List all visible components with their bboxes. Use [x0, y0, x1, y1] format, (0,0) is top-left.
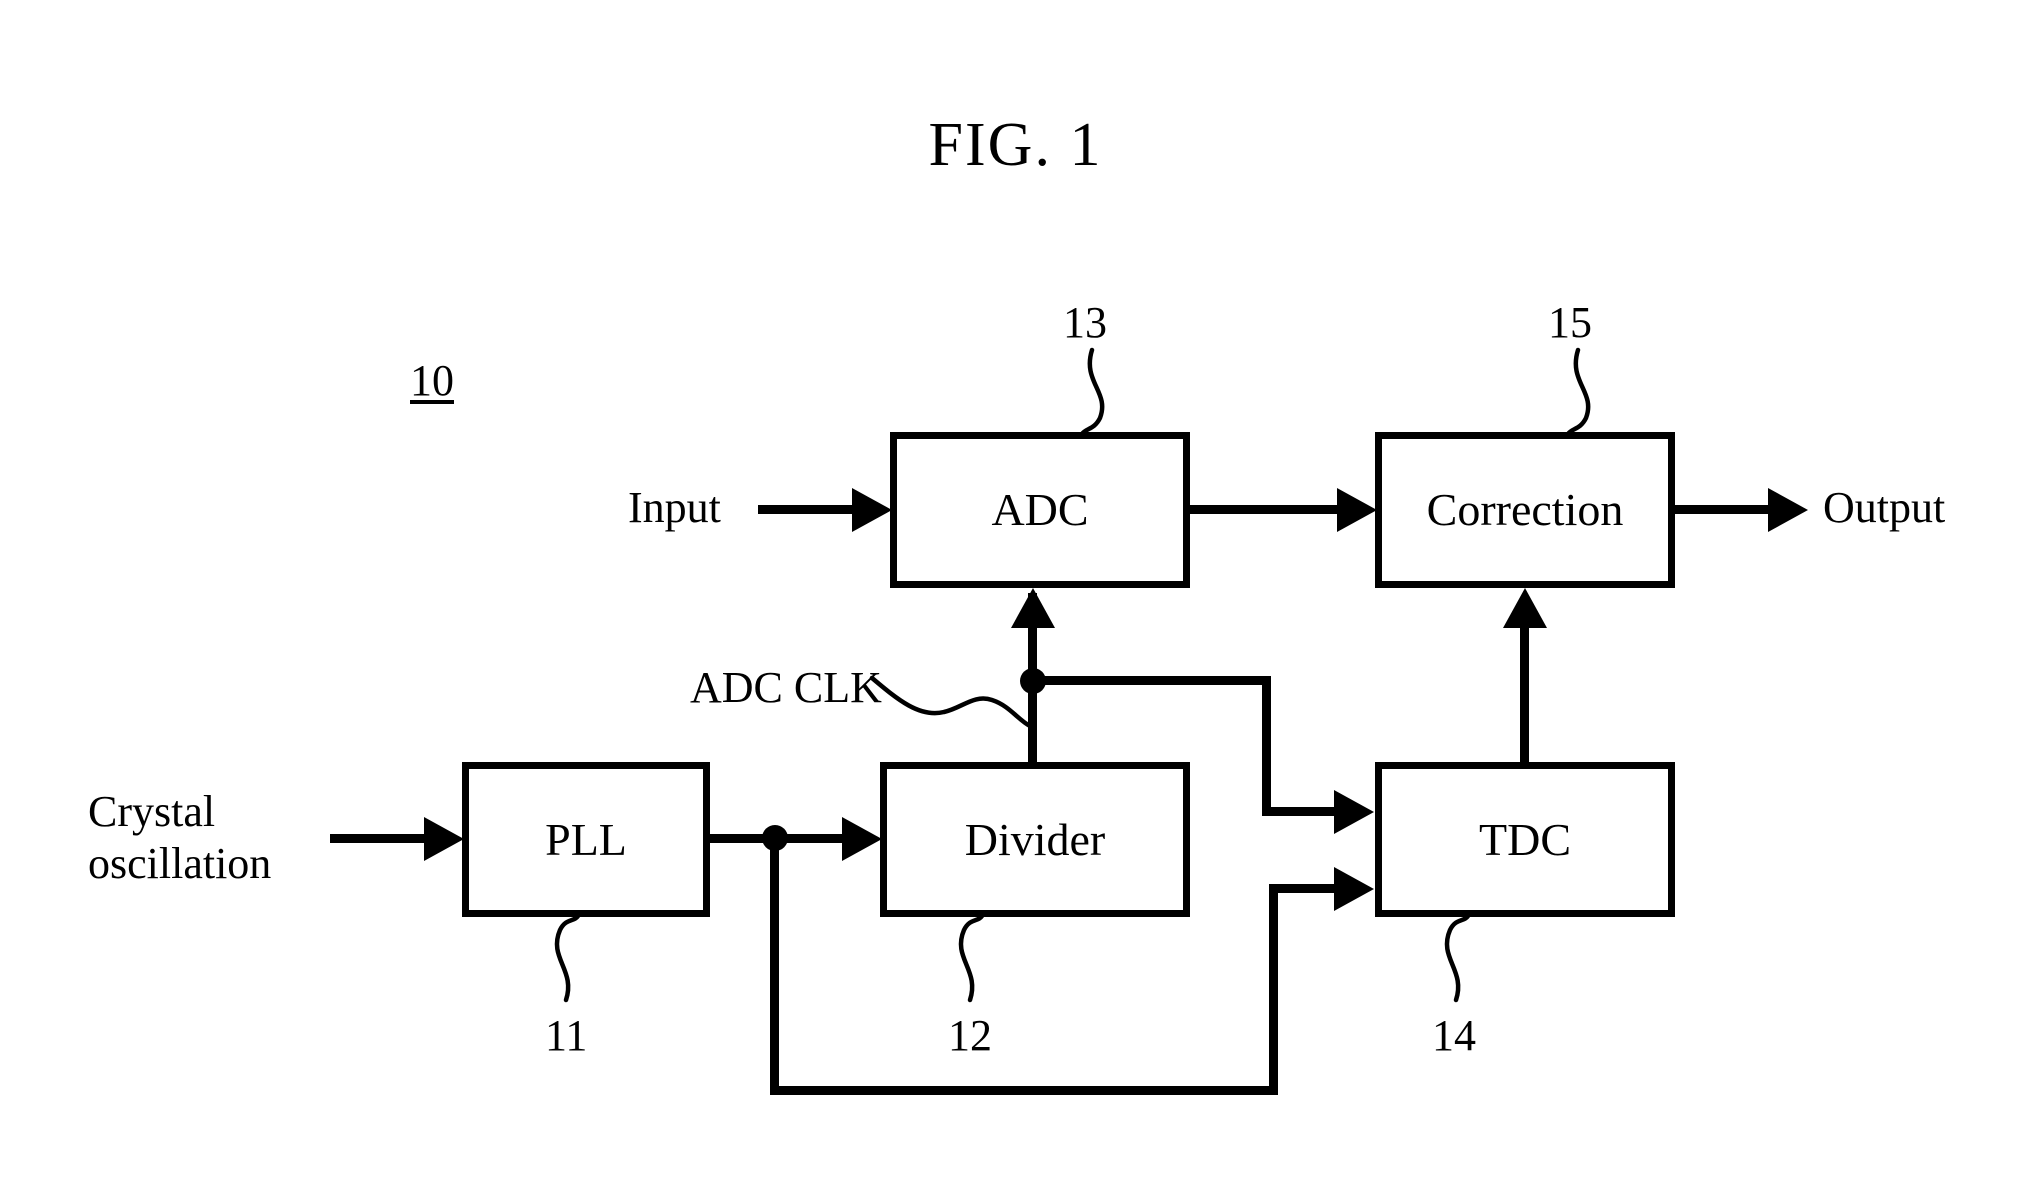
leader-line-correction [1565, 347, 1591, 437]
ref-numeral-adc: 13 [1063, 298, 1107, 347]
block-adc-label: ADC [991, 484, 1089, 535]
block-divider[interactable]: Divider [880, 762, 1190, 917]
label-input: Input [628, 483, 721, 532]
label-adc-clk: ADC CLK [690, 663, 882, 712]
block-pll-label: PLL [545, 813, 627, 865]
arrowhead-correction-to-output [1768, 488, 1808, 532]
block-adc[interactable]: ADC [890, 432, 1190, 588]
leader-line-tdc [1444, 913, 1471, 1003]
arrowhead-adc-to-correction [1337, 488, 1377, 532]
leader-line-adc-clk [869, 675, 1033, 729]
wire-pll-feedback-up [1269, 884, 1278, 1090]
arrowhead-adc-clk-to-tdc [1334, 790, 1374, 834]
block-tdc[interactable]: TDC [1375, 762, 1675, 917]
leader-line-pll [554, 913, 581, 1003]
block-divider-label: Divider [964, 813, 1106, 865]
wire-pll-feedback-to-tdc [1269, 884, 1337, 893]
wire-correction-to-output [1675, 505, 1773, 514]
arrowhead-crystal-to-pll [424, 817, 464, 861]
figure-title: FIG. 1 [928, 111, 1103, 179]
block-tdc-label: TDC [1479, 813, 1571, 865]
arrowhead-tdc-to-correction [1503, 588, 1547, 628]
wire-adc-clk-across [1033, 676, 1271, 685]
arrowhead-divider-to-adc [1011, 588, 1055, 628]
arrowhead-input-to-adc [852, 488, 892, 532]
block-correction[interactable]: Correction [1375, 432, 1675, 588]
ref-numeral-correction: 15 [1548, 298, 1592, 347]
arrowhead-pll-feedback-to-tdc [1334, 867, 1374, 911]
wire-pll-feedback-across [770, 1086, 1278, 1095]
wire-crystal-to-pll [330, 834, 430, 843]
ref-numeral-pll: 11 [545, 1011, 588, 1060]
ref-numeral-divider: 12 [948, 1011, 992, 1060]
figure-canvas: FIG. 1 10 ADC Correction PLL Divider TDC [0, 0, 2031, 1200]
block-correction-label: Correction [1426, 484, 1624, 535]
wire-input-to-adc [758, 505, 858, 514]
wire-pll-feedback-down [770, 838, 779, 1095]
wire-adc-clk-down [1262, 676, 1271, 816]
leader-line-divider [958, 913, 985, 1003]
label-crystal-oscillation: Crystal oscillation [88, 787, 272, 888]
block-pll[interactable]: PLL [462, 762, 710, 917]
label-output: Output [1823, 483, 1946, 532]
wire-adc-clk-to-tdc [1262, 807, 1337, 816]
ref-numeral-tdc: 14 [1432, 1011, 1476, 1060]
arrowhead-pll-to-divider [842, 817, 882, 861]
assembly-reference-numeral: 10 [410, 356, 454, 405]
leader-line-adc [1079, 347, 1105, 437]
wire-adc-to-correction [1190, 505, 1340, 514]
